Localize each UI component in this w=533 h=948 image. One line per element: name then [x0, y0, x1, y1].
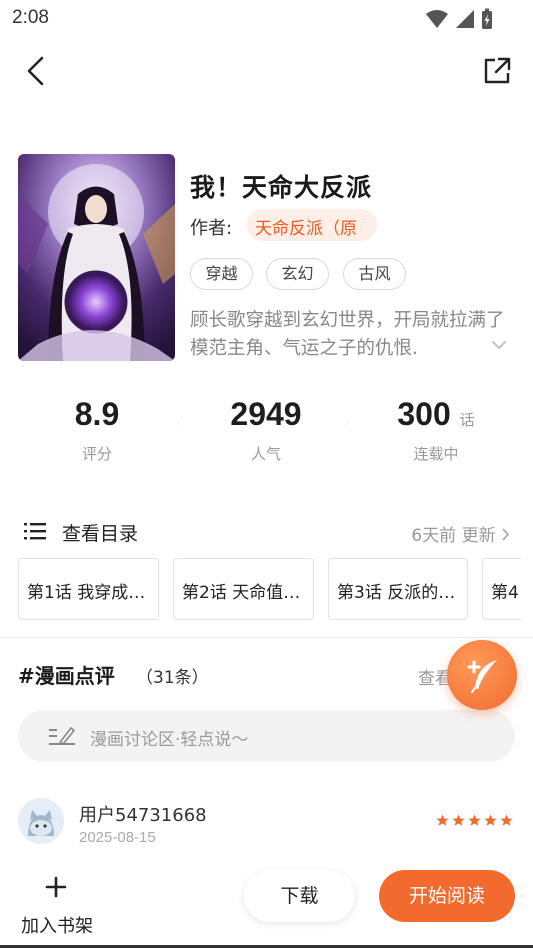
- tag-xuanhuan[interactable]: 玄幻: [266, 258, 329, 290]
- reviews-count: （31条）: [136, 668, 209, 688]
- book-description[interactable]: 顾长歌穿越到玄幻世界，开局就拉满了模范主角、气运之子的仇恨.: [190, 307, 508, 363]
- star-icon: [452, 814, 465, 826]
- chapter-item[interactable]: 第3话 反派的…: [328, 558, 468, 620]
- review-rating: [436, 814, 513, 827]
- stat-rating: 8.9 评分: [27, 396, 167, 464]
- edit-icon: [49, 726, 75, 745]
- chapters-number: 300: [397, 396, 451, 432]
- cover-illustration: [18, 154, 175, 361]
- comment-input[interactable]: 漫画讨论区·轻点说～: [18, 710, 515, 762]
- chapter-item[interactable]: 第4: [482, 558, 521, 620]
- bottom-action-bar: 加入书架 下载 开始阅读: [0, 862, 533, 948]
- stat-chapters: 300 话 连载中: [366, 396, 506, 464]
- author-chip[interactable]: 天命反派（原: [247, 209, 377, 241]
- toc-label: 查看目录: [62, 523, 139, 545]
- section-divider: [0, 637, 533, 638]
- share-icon[interactable]: [482, 56, 512, 86]
- signal-icon: [456, 10, 474, 28]
- status-bar: 2:08: [0, 0, 533, 36]
- wifi-icon: [426, 10, 448, 28]
- chapters-unit: 话: [459, 412, 475, 429]
- toc-update-text: 6天前 更新: [411, 526, 496, 546]
- status-icons: [425, 8, 493, 30]
- tag-chuanyue[interactable]: 穿越: [190, 258, 253, 290]
- add-to-shelf-label: 加入书架: [21, 916, 93, 937]
- list-icon: [24, 523, 46, 540]
- stat-divider: [177, 419, 179, 429]
- stat-divider: [346, 419, 348, 429]
- popularity-label: 人气: [250, 445, 281, 463]
- popularity-value: 2949: [230, 396, 302, 432]
- stat-popularity: 2949 人气: [196, 396, 336, 464]
- back-icon[interactable]: [20, 54, 52, 88]
- toc-update[interactable]: 6天前 更新: [411, 521, 510, 546]
- chapters-value: 300 话: [366, 396, 506, 433]
- star-icon: [436, 814, 449, 826]
- chevron-down-icon[interactable]: [492, 340, 506, 350]
- star-icon: [484, 814, 497, 826]
- comment-placeholder: 漫画讨论区·轻点说～: [90, 730, 249, 750]
- book-title: 我！天命大反派: [190, 173, 373, 202]
- tag-gufeng[interactable]: 古风: [343, 258, 406, 290]
- download-button[interactable]: 下载: [244, 870, 355, 922]
- write-review-fab[interactable]: [447, 640, 517, 710]
- chapter-item[interactable]: 第1话 我穿成…: [18, 558, 159, 620]
- review-user-name[interactable]: 用户54731668: [79, 801, 207, 827]
- chapter-list: 第1话 我穿成… 第2话 天命值… 第3话 反派的… 第4: [18, 558, 521, 620]
- star-icon: [468, 814, 481, 826]
- plus-icon: [45, 876, 67, 898]
- status-time: 2:08: [12, 7, 49, 28]
- reviews-title: #漫画点评: [18, 664, 115, 688]
- quill-plus-icon: [467, 660, 497, 694]
- chapters-label: 连载中: [413, 445, 459, 463]
- chevron-right-icon: [502, 528, 510, 541]
- add-to-shelf-button[interactable]: 加入书架: [14, 872, 100, 937]
- rating-label: 评分: [81, 445, 112, 463]
- battery-icon: [482, 8, 492, 29]
- start-reading-button[interactable]: 开始阅读: [379, 870, 515, 922]
- author-label: 作者:: [190, 218, 233, 239]
- toc-row[interactable]: 查看目录 6天前 更新: [18, 516, 518, 548]
- star-icon: [500, 814, 513, 826]
- book-cover: [18, 154, 175, 361]
- avatar-cat-icon: [28, 810, 54, 836]
- chapter-item[interactable]: 第2话 天命值…: [173, 558, 314, 620]
- rating-value: 8.9: [74, 396, 120, 432]
- review-date: 2025-08-15: [79, 829, 156, 846]
- avatar[interactable]: [18, 798, 64, 844]
